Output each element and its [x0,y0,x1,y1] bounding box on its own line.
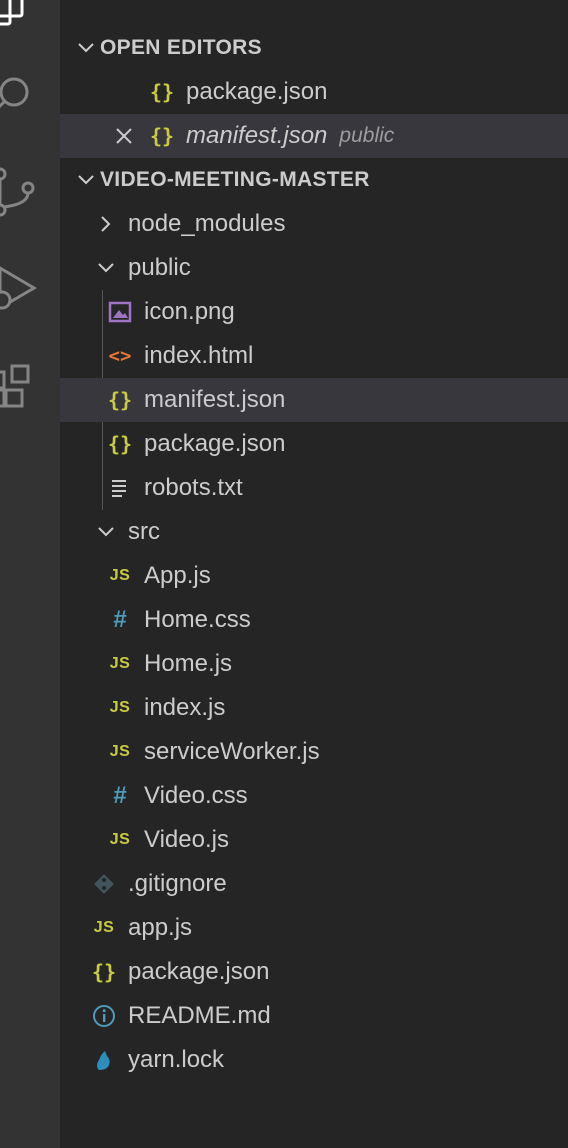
file-item-selected[interactable]: {} manifest.json [60,378,568,422]
file-item[interactable]: README.md [60,994,568,1038]
file-label: Home.css [144,606,251,633]
chevron-down-icon [92,510,120,554]
js-icon: JS [109,567,131,584]
file-item[interactable]: {} package.json [60,950,568,994]
js-icon: JS [109,699,131,716]
chevron-down-icon [72,158,100,202]
chevron-down-icon [72,26,100,70]
file-item[interactable]: yarn.lock [60,1038,568,1082]
source-control-icon[interactable] [0,164,60,224]
search-icon[interactable] [0,66,60,126]
info-icon [90,994,118,1038]
open-editor-label: package.json [186,78,328,105]
open-editors-title: OPEN EDITORS [100,36,262,59]
close-icon[interactable] [110,114,138,158]
folder-node-modules[interactable]: node_modules [60,202,568,246]
image-icon [106,290,134,334]
css-icon: # [113,606,127,633]
js-icon: JS [109,655,131,672]
file-item[interactable]: JS App.js [60,554,568,598]
file-item[interactable]: icon.png [60,290,568,334]
file-label: app.js [128,914,193,941]
file-item[interactable]: JS serviceWorker.js [60,730,568,774]
yarn-icon [90,1038,118,1082]
open-editor-item[interactable]: {} package.json [60,70,568,114]
chevron-down-icon [92,246,120,290]
html-icon: <> [108,345,132,367]
file-item[interactable]: robots.txt [60,466,568,510]
file-label: icon.png [144,298,235,325]
json-icon: {} [91,960,117,984]
file-label: manifest.json [144,386,286,413]
file-item[interactable]: JS Home.js [60,642,568,686]
file-label: package.json [128,958,270,985]
text-file-icon [106,466,134,510]
file-label: App.js [144,562,211,589]
file-label: Video.js [144,826,229,853]
file-item[interactable]: {} package.json [60,422,568,466]
file-label: Home.js [144,650,233,677]
css-icon: # [113,782,127,809]
file-item[interactable]: # Video.css [60,774,568,818]
open-editor-description: public [339,124,395,147]
json-icon: {} [149,124,175,148]
project-title: VIDEO-MEETING-MASTER [100,168,370,191]
json-icon: {} [149,80,175,104]
folder-label: node_modules [128,210,286,237]
js-icon: JS [109,743,131,760]
explorer-icon[interactable] [0,0,60,42]
folder-src[interactable]: src [60,510,568,554]
file-item[interactable]: JS index.js [60,686,568,730]
folder-public[interactable]: public [60,246,568,290]
file-label: package.json [144,430,286,457]
file-label: index.html [144,342,254,369]
file-label: robots.txt [144,474,243,501]
chevron-right-icon [92,202,120,246]
js-icon: JS [93,919,115,936]
json-icon: {} [107,388,133,412]
explorer-sidebar: OPEN EDITORS {} package.json {} manifest… [60,0,568,1148]
file-item[interactable]: .gitignore [60,862,568,906]
file-label: .gitignore [128,870,227,897]
open-editor-item-active[interactable]: {} manifest.json public [60,114,568,158]
file-label: serviceWorker.js [144,738,320,765]
file-label: yarn.lock [128,1046,225,1073]
file-item[interactable]: # Home.css [60,598,568,642]
activity-bar [0,0,60,1148]
folder-label: public [128,254,191,281]
open-editor-label: manifest.json [186,122,328,149]
file-label: index.js [144,694,226,721]
file-label: README.md [128,1002,271,1029]
file-item[interactable]: JS app.js [60,906,568,950]
file-label: Video.css [144,782,248,809]
js-icon: JS [109,831,131,848]
folder-label: src [128,518,160,545]
file-item[interactable]: <> index.html [60,334,568,378]
project-header[interactable]: VIDEO-MEETING-MASTER [60,158,568,202]
open-editors-header[interactable]: OPEN EDITORS [60,26,568,70]
extensions-icon[interactable] [0,362,60,422]
json-icon: {} [107,432,133,456]
run-debug-icon[interactable] [0,260,60,320]
git-icon [90,862,118,906]
file-item[interactable]: JS Video.js [60,818,568,862]
